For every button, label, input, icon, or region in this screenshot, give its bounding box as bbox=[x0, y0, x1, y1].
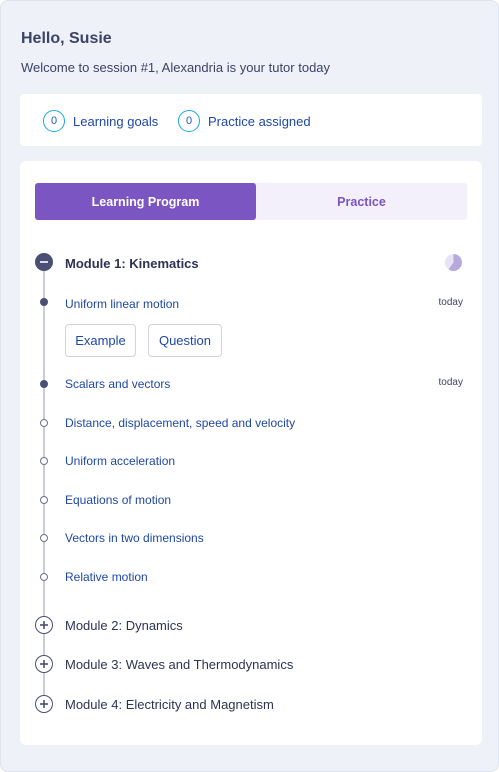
program-card: Learning Program Practice Module 1: Kine… bbox=[20, 161, 482, 745]
learning-goals-label: Learning goals bbox=[73, 113, 159, 129]
lesson-distance-displacement[interactable]: Distance, displacement, speed and veloci… bbox=[65, 416, 295, 430]
practice-assigned-stat[interactable]: 0 Practice assigned bbox=[178, 110, 311, 132]
module-2-title[interactable]: Module 2: Dynamics bbox=[65, 618, 183, 633]
module-1-title[interactable]: Module 1: Kinematics bbox=[65, 256, 199, 271]
module-4-title[interactable]: Module 4: Electricity and Magnetism bbox=[65, 697, 274, 712]
lesson-status-dot bbox=[40, 298, 48, 306]
tab-bar: Learning Program Practice bbox=[35, 183, 467, 220]
lesson-status-dot bbox=[40, 534, 48, 542]
practice-assigned-count: 0 bbox=[178, 110, 200, 132]
lesson-relative-motion[interactable]: Relative motion bbox=[65, 570, 148, 584]
welcome-message: Welcome to session #1, Alexandria is you… bbox=[21, 60, 331, 75]
lesson-equations-of-motion[interactable]: Equations of motion bbox=[65, 493, 171, 507]
plus-circle-icon[interactable] bbox=[35, 695, 53, 713]
lesson-status-dot bbox=[40, 380, 48, 388]
lesson-status-dot bbox=[40, 419, 48, 427]
timeline-line bbox=[43, 263, 45, 706]
lesson-status-dot bbox=[40, 496, 48, 504]
lesson-status-dot bbox=[40, 457, 48, 465]
learning-goals-stat[interactable]: 0 Learning goals bbox=[43, 110, 158, 132]
plus-circle-icon[interactable] bbox=[35, 655, 53, 673]
lesson-uniform-linear-motion[interactable]: Uniform linear motion bbox=[65, 297, 179, 311]
question-button[interactable]: Question bbox=[148, 324, 222, 357]
lesson-uniform-acceleration[interactable]: Uniform acceleration bbox=[65, 454, 175, 468]
module-3-title[interactable]: Module 3: Waves and Thermodynamics bbox=[65, 657, 293, 672]
learning-goals-count: 0 bbox=[43, 110, 65, 132]
example-button[interactable]: Example bbox=[65, 324, 136, 357]
progress-pie-icon bbox=[445, 254, 462, 271]
tab-practice[interactable]: Practice bbox=[256, 183, 467, 220]
lesson-status-dot bbox=[40, 573, 48, 581]
practice-assigned-label: Practice assigned bbox=[208, 113, 311, 129]
lesson-scalars-and-vectors[interactable]: Scalars and vectors bbox=[65, 377, 170, 391]
minus-circle-icon[interactable] bbox=[35, 253, 53, 271]
lesson-date: today bbox=[438, 297, 463, 308]
lesson-date: today bbox=[438, 377, 463, 388]
stats-card: 0 Learning goals 0 Practice assigned bbox=[20, 94, 482, 146]
session-panel: Hello, Susie Welcome to session #1, Alex… bbox=[0, 0, 499, 772]
greeting-title: Hello, Susie bbox=[21, 30, 112, 47]
lesson-vectors-two-dimensions[interactable]: Vectors in two dimensions bbox=[65, 531, 204, 545]
plus-circle-icon[interactable] bbox=[35, 616, 53, 634]
tab-learning-program[interactable]: Learning Program bbox=[35, 183, 256, 220]
